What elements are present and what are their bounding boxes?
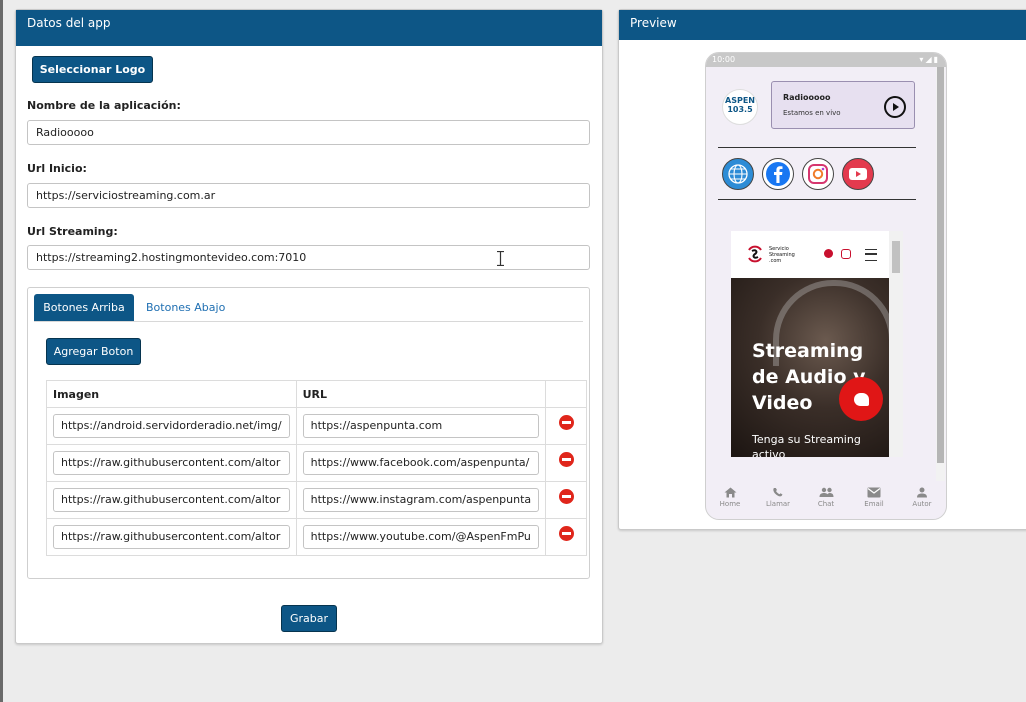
table-row: https://raw.githubusercontent.com/altor … <box>46 518 588 556</box>
facebook-icon[interactable] <box>762 158 794 190</box>
people-icon <box>819 487 833 497</box>
site-facebook-icon[interactable] <box>824 249 833 258</box>
status-bar: 10:00 ▾◢▮ <box>706 53 946 67</box>
hero-subtitle: Tenga su Streaming activo <box>752 433 861 457</box>
remove-row-icon[interactable] <box>558 451 574 467</box>
status-time: 10:00 <box>712 55 736 64</box>
bottom-nav: Home Llamar Chat Email Autor <box>706 481 946 519</box>
url-inicio-label: Url Inicio: <box>27 162 87 175</box>
save-button[interactable]: Grabar <box>281 605 337 632</box>
site-logo-icon <box>745 244 765 264</box>
buttons-table: Imagen URL https://android.servidorderad… <box>46 380 588 556</box>
row-image-field[interactable]: https://raw.githubusercontent.com/altor <box>53 451 290 475</box>
phone-icon <box>772 488 782 497</box>
row-image-field[interactable]: https://raw.githubusercontent.com/altor <box>53 488 290 512</box>
divider-bottom <box>718 199 916 200</box>
nav-autor[interactable]: Autor <box>898 481 946 519</box>
row-url-field[interactable]: https://www.youtube.com/@AspenFmPu <box>302 525 540 549</box>
tab-botones-abajo[interactable]: Botones Abajo <box>146 294 225 321</box>
add-button-button[interactable]: Agregar Boton <box>46 338 141 365</box>
site-menu-icon[interactable] <box>865 249 877 261</box>
row-url-field[interactable]: https://www.facebook.com/aspenpunta/ <box>302 451 540 475</box>
embedded-website[interactable]: Servicio Streaming .com Streaming de Aud… <box>731 231 903 457</box>
player-title: Radiooooo <box>783 93 831 102</box>
player-subtitle: Estamos en vivo <box>783 109 841 117</box>
email-icon <box>867 487 881 498</box>
preview-panel: Preview 10:00 ▾◢▮ ASPEN 103.5 Radiooooo … <box>618 9 1026 530</box>
site-hero: Streaming de Audio y Video Tenga su Stre… <box>731 278 895 457</box>
table-row: https://android.servidorderadio.net/img/… <box>46 407 588 445</box>
app-data-header: Datos del app <box>16 10 602 46</box>
play-icon[interactable] <box>884 96 906 118</box>
url-inicio-field[interactable]: https://serviciostreaming.com.ar <box>27 183 590 208</box>
divider-top <box>718 147 916 148</box>
table-header-row: Imagen URL <box>46 380 588 408</box>
globe-icon[interactable] <box>722 158 754 190</box>
table-header-actions <box>545 380 588 408</box>
nav-chat[interactable]: Chat <box>802 481 850 519</box>
site-instagram-icon[interactable] <box>841 249 851 259</box>
row-url-field[interactable]: https://www.instagram.com/aspenpunta <box>302 488 540 512</box>
table-header-url: URL <box>295 380 547 408</box>
nav-email[interactable]: Email <box>850 481 898 519</box>
tab-botones-arriba[interactable]: Botones Arriba <box>34 294 134 321</box>
table-header-image: Imagen <box>46 380 297 408</box>
remove-row-icon[interactable] <box>558 488 574 504</box>
select-logo-button[interactable]: Seleccionar Logo <box>32 56 153 83</box>
home-icon <box>724 487 736 498</box>
row-url-field[interactable]: https://aspenpunta.com <box>302 414 540 438</box>
buttons-tabs-box: Botones Arriba Botones Abajo Agregar Bot… <box>27 287 590 579</box>
remove-row-icon[interactable] <box>558 525 574 541</box>
youtube-icon[interactable] <box>842 158 874 190</box>
person-icon <box>917 487 927 498</box>
remove-row-icon[interactable] <box>558 414 574 430</box>
phone-scrollbar[interactable] <box>936 67 945 481</box>
url-streaming-field[interactable]: https://streaming2.hostingmontevideo.com… <box>27 245 590 270</box>
site-header: Servicio Streaming .com <box>731 231 889 278</box>
tab-divider <box>34 321 583 322</box>
url-streaming-label: Url Streaming: <box>27 225 118 238</box>
window-edge <box>0 0 3 702</box>
nav-llamar[interactable]: Llamar <box>754 481 802 519</box>
chat-fab-icon[interactable] <box>839 377 883 421</box>
row-image-field[interactable]: https://raw.githubusercontent.com/altor <box>53 525 290 549</box>
app-data-panel: Datos del app Seleccionar Logo Nombre de… <box>15 9 603 644</box>
text-cursor-icon <box>497 250 504 267</box>
preview-header: Preview <box>619 10 1026 40</box>
instagram-icon[interactable] <box>802 158 834 190</box>
nav-home[interactable]: Home <box>706 481 754 519</box>
app-name-field[interactable]: Radiooooo <box>27 120 590 145</box>
table-row: https://raw.githubusercontent.com/altor … <box>46 444 588 482</box>
status-icons: ▾◢▮ <box>919 55 940 64</box>
phone-preview: 10:00 ▾◢▮ ASPEN 103.5 Radiooooo Estamos … <box>705 52 947 520</box>
site-scrollbar[interactable] <box>889 231 903 457</box>
app-name-label: Nombre de la aplicación: <box>27 99 181 112</box>
row-image-field[interactable]: https://android.servidorderadio.net/img/ <box>53 414 290 438</box>
now-playing-card: Radiooooo Estamos en vivo <box>771 81 915 129</box>
site-brand: Servicio Streaming .com <box>769 246 795 264</box>
station-logo: ASPEN 103.5 <box>722 89 758 125</box>
table-row: https://raw.githubusercontent.com/altor … <box>46 481 588 519</box>
